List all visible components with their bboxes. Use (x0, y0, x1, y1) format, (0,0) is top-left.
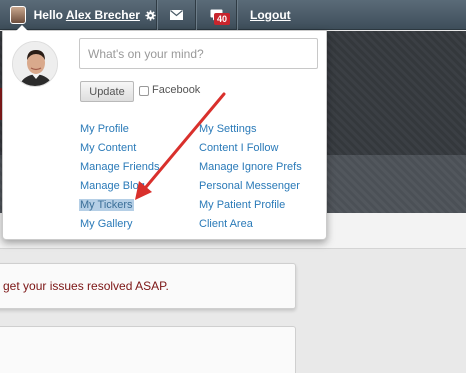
link-manage-blog[interactable]: Manage Blog (80, 180, 145, 192)
top-bar: Hello Alex Brecher 40 Logout (0, 0, 466, 30)
link-my-settings[interactable]: My Settings (199, 123, 256, 135)
facebook-checkbox[interactable] (139, 86, 149, 96)
link-manage-ignore-prefs[interactable]: Manage Ignore Prefs (199, 161, 302, 173)
update-button[interactable]: Update (80, 81, 134, 102)
link-client-area[interactable]: Client Area (199, 218, 253, 230)
link-my-profile[interactable]: My Profile (80, 123, 129, 135)
link-my-tickers[interactable]: My Tickers (79, 199, 134, 211)
avatar (10, 6, 26, 24)
link-content-i-follow[interactable]: Content I Follow (199, 142, 278, 154)
user-dropdown: Update Facebook My Profile My Content Ma… (2, 25, 327, 240)
greeting-word: Hello (33, 8, 63, 22)
notice-text: get your issues resolved ASAP. (3, 279, 169, 293)
dropdown-caret (16, 25, 28, 31)
content-card (0, 326, 296, 373)
link-my-patient-profile[interactable]: My Patient Profile (199, 199, 285, 211)
status-input[interactable] (79, 38, 318, 69)
link-personal-messenger[interactable]: Personal Messenger (199, 180, 300, 192)
profile-avatar[interactable] (12, 41, 58, 87)
profile-photo (13, 42, 57, 86)
link-my-content[interactable]: My Content (80, 142, 136, 154)
messages-button[interactable]: 40 (196, 0, 236, 30)
mail-icon (169, 10, 183, 20)
notice-box: get your issues resolved ASAP. (0, 263, 296, 309)
logout-link[interactable]: Logout (250, 8, 291, 22)
mail-button[interactable] (157, 0, 195, 30)
message-count-badge: 40 (214, 13, 231, 25)
facebook-label: Facebook (152, 84, 201, 96)
user-name[interactable]: Alex Brecher (66, 8, 140, 22)
greeting: Hello Alex Brecher (34, 8, 140, 22)
link-manage-friends[interactable]: Manage Friends (80, 161, 160, 173)
gear-icon[interactable] (145, 9, 156, 22)
topbar-divider (236, 0, 237, 30)
link-my-gallery[interactable]: My Gallery (80, 218, 133, 230)
